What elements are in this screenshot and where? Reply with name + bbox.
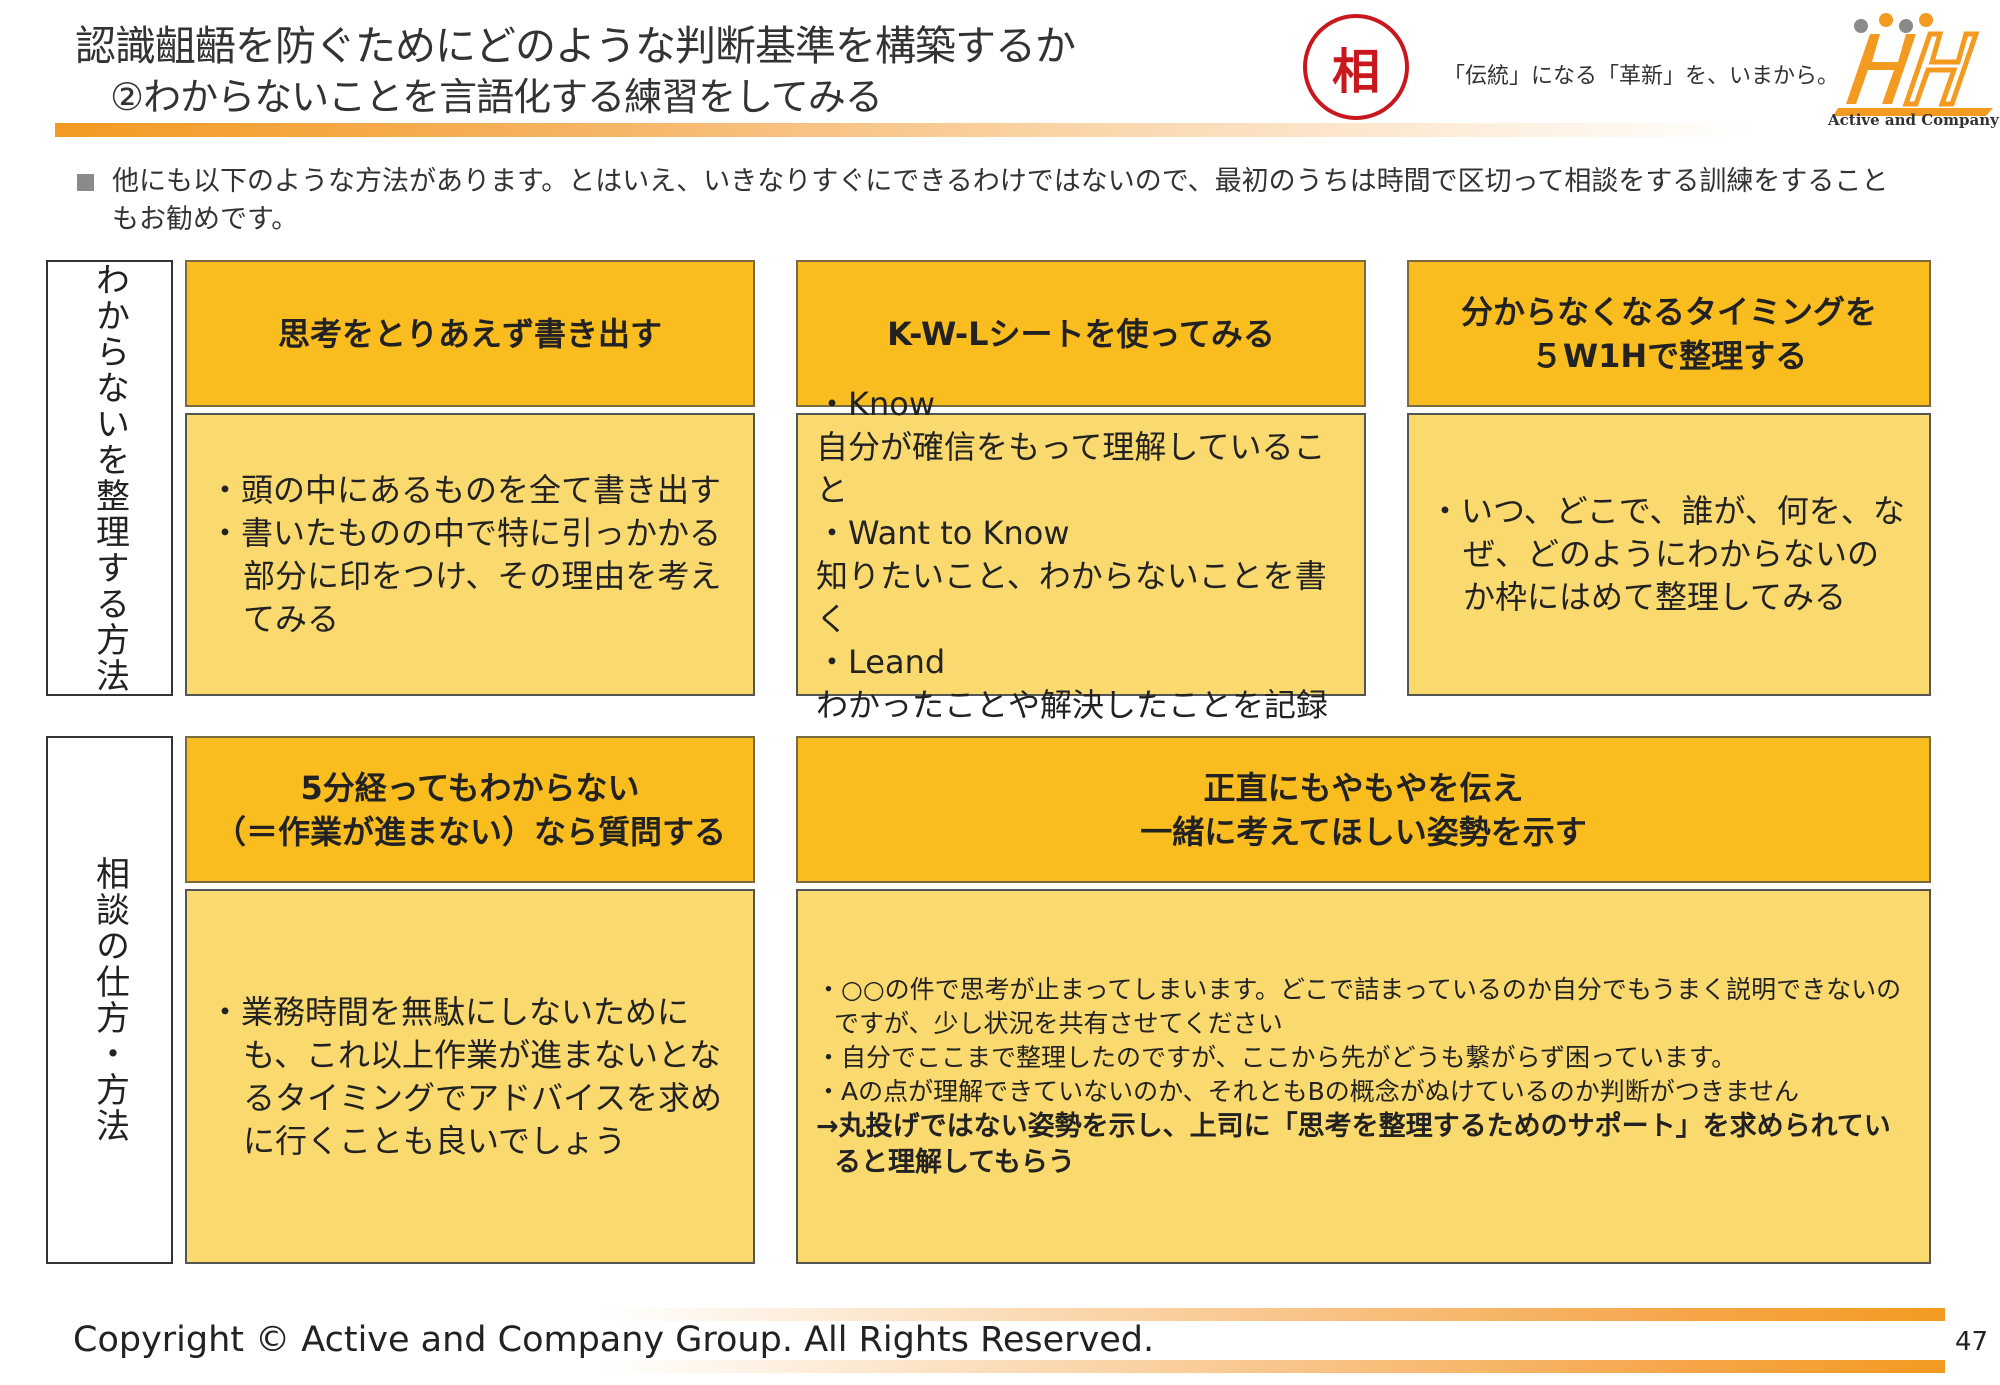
heading-line: K-W-Lシートを使ってみる: [887, 314, 1275, 353]
list-item: ・業務時間を無駄にしないためにも、これ以上作業が進まないとなるタイミングでアドバ…: [209, 992, 723, 1160]
list-item: ・Know: [816, 384, 936, 423]
company-tagline: 「伝統」になる「革新」を、いまから。: [1443, 64, 1840, 89]
card-body: ・業務時間を無駄にしないためにも、これ以上作業が進まないとなるタイミングでアドバ…: [185, 889, 755, 1264]
list-item: ・自分でここまで整理したのですが、ここから先がどうも繋がらず困っています。: [816, 1042, 1737, 1072]
seal-badge: 相: [1303, 14, 1409, 120]
heading-line: ５W1Hで整理する: [1530, 336, 1808, 375]
heading-line: 一緒に考えてほしい姿勢を示す: [1140, 812, 1587, 851]
page-title: 認識齟齬を防ぐためにどのような判断基準を構築するか: [75, 22, 1076, 70]
card-body: ・いつ、どこで、誰が、何を、なぜ、どのようにわからないのか枠にはめて整理してみる: [1407, 413, 1931, 696]
list-item: ・○○の件で思考が止まってしまいます。どこで詰まっているのか自分でもうまく説明で…: [816, 974, 1902, 1038]
square-bullet-icon: [77, 174, 94, 191]
list-item: 知りたいこと、わからないことを書く: [816, 556, 1327, 638]
heading-line: 5分経ってもわからない: [300, 768, 640, 807]
card-body: ・○○の件で思考が止まってしまいます。どこで詰まっているのか自分でもうまく説明で…: [796, 889, 1931, 1264]
heading-line: 思考をとりあえず書き出す: [277, 314, 662, 353]
list-item: ・Leand: [816, 642, 946, 681]
footer-divider: [600, 1360, 1945, 1373]
list-item: ・Want to Know: [816, 513, 1070, 552]
page-subtitle: ②わからないことを言語化する練習をしてみる: [110, 75, 883, 119]
card-heading: 思考をとりあえず書き出す: [185, 260, 755, 407]
card-heading: 5分経ってもわからない （＝作業が進まない）なら質問する: [185, 736, 755, 883]
list-item: 自分が確信をもって理解していること: [816, 427, 1326, 509]
logo-text: Active and Company: [1828, 111, 1999, 129]
header-divider: [55, 123, 1755, 137]
row-label-text: わからないを整理する方法: [89, 262, 130, 694]
row-label-consult: 相談の仕方・方法: [46, 736, 173, 1264]
heading-line: 分からなくなるタイミングを: [1460, 292, 1877, 331]
row-label-organize: わからないを整理する方法: [46, 260, 173, 696]
heading-line: （＝作業が進まない）なら質問する: [213, 812, 726, 851]
list-item: ・頭の中にあるものを全て書き出す: [209, 470, 722, 509]
copyright-text: Copyright © Active and Company Group. Al…: [73, 1320, 1155, 1360]
card-heading: 正直にもやもやを伝え 一緒に考えてほしい姿勢を示す: [796, 736, 1931, 883]
row-label-text: 相談の仕方・方法: [89, 856, 130, 1144]
list-item: ・Aの点が理解できていないのか、それともBの概念がぬけているのか判断がつきません: [816, 1076, 1800, 1106]
list-item: ・書いたものの中で特に引っかかる部分に印をつけ、その理由を考えてみる: [209, 513, 722, 638]
card-body: ・頭の中にあるものを全て書き出す ・書いたものの中で特に引っかかる部分に印をつけ…: [185, 413, 755, 696]
intro-text: 他にも以下のような方法があります。とはいえ、いきなりすぐにできるわけではないので…: [112, 166, 1889, 235]
list-item: ・いつ、どこで、誰が、何を、なぜ、どのようにわからないのか枠にはめて整理してみる: [1429, 492, 1905, 616]
page-number: 47: [1955, 1327, 1989, 1357]
heading-line: 正直にもやもやを伝え: [1203, 768, 1524, 807]
card-heading: 分からなくなるタイミングを ５W1Hで整理する: [1407, 260, 1931, 407]
card-body: ・Know 自分が確信をもって理解していること ・Want to Know 知り…: [796, 385, 1366, 724]
list-item: わかったことや解決したことを記録: [816, 685, 1329, 724]
emphasis-text: →丸投げではない姿勢を示し、上司に「思考を整理するためのサポート」を求められてい…: [816, 1110, 1891, 1178]
